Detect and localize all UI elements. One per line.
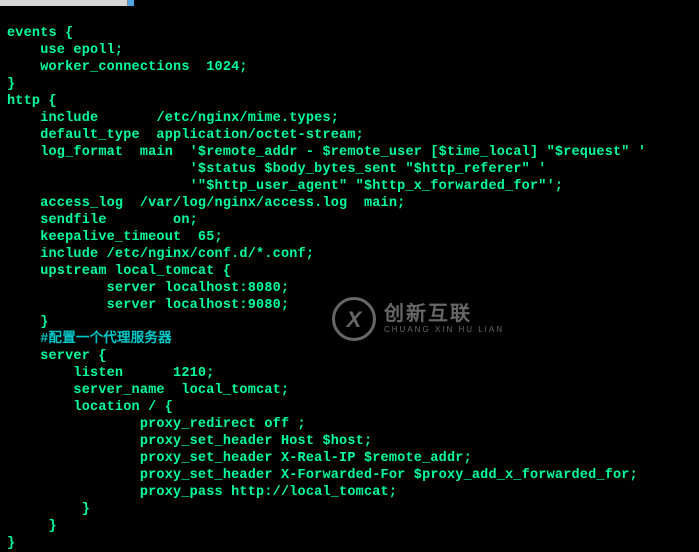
editor-tab-bar [0,0,699,6]
code-line: use epoll; [7,43,123,58]
code-line: } [7,502,90,517]
code-line: } [7,519,57,534]
code-line: } [7,536,15,551]
code-line: events { [7,26,73,41]
code-line: '"$http_user_agent" "$http_x_forwarded_f… [7,179,563,194]
code-line: upstream local_tomcat { [7,264,231,279]
code-line: } [7,315,49,330]
code-line: server localhost:9080; [7,298,289,313]
code-line: include /etc/nginx/mime.types; [7,111,339,126]
code-line: } [7,77,15,92]
code-line: proxy_set_header X-Real-IP $remote_addr; [7,451,472,466]
code-line: proxy_redirect off ; [7,417,306,432]
code-line: server localhost:8080; [7,281,289,296]
code-line: '$status $body_bytes_sent "$http_referer… [7,162,547,177]
code-line: proxy_pass http://local_tomcat; [7,485,397,500]
code-line: include /etc/nginx/conf.d/*.conf; [7,247,314,262]
code-line: server { [7,349,107,364]
code-editor[interactable]: events { use epoll; worker_connections 1… [7,8,646,552]
code-line: sendfile on; [7,213,198,228]
code-line: proxy_set_header X-Forwarded-For $proxy_… [7,468,638,483]
code-line: log_format main '$remote_addr - $remote_… [7,145,646,160]
editor-tab[interactable] [0,0,128,6]
code-line: access_log /var/log/nginx/access.log mai… [7,196,405,211]
code-line: location / { [7,400,173,415]
code-line-comment: #配置一个代理服务器 [7,332,172,347]
code-line: server_name local_tomcat; [7,383,289,398]
code-line: keepalive_timeout 65; [7,230,223,245]
scrollbar-handle[interactable] [128,0,134,6]
code-line: worker_connections 1024; [7,60,248,75]
code-line: http { [7,94,57,109]
code-line: listen 1210; [7,366,215,381]
code-line: default_type application/octet-stream; [7,128,364,143]
code-line: proxy_set_header Host $host; [7,434,372,449]
